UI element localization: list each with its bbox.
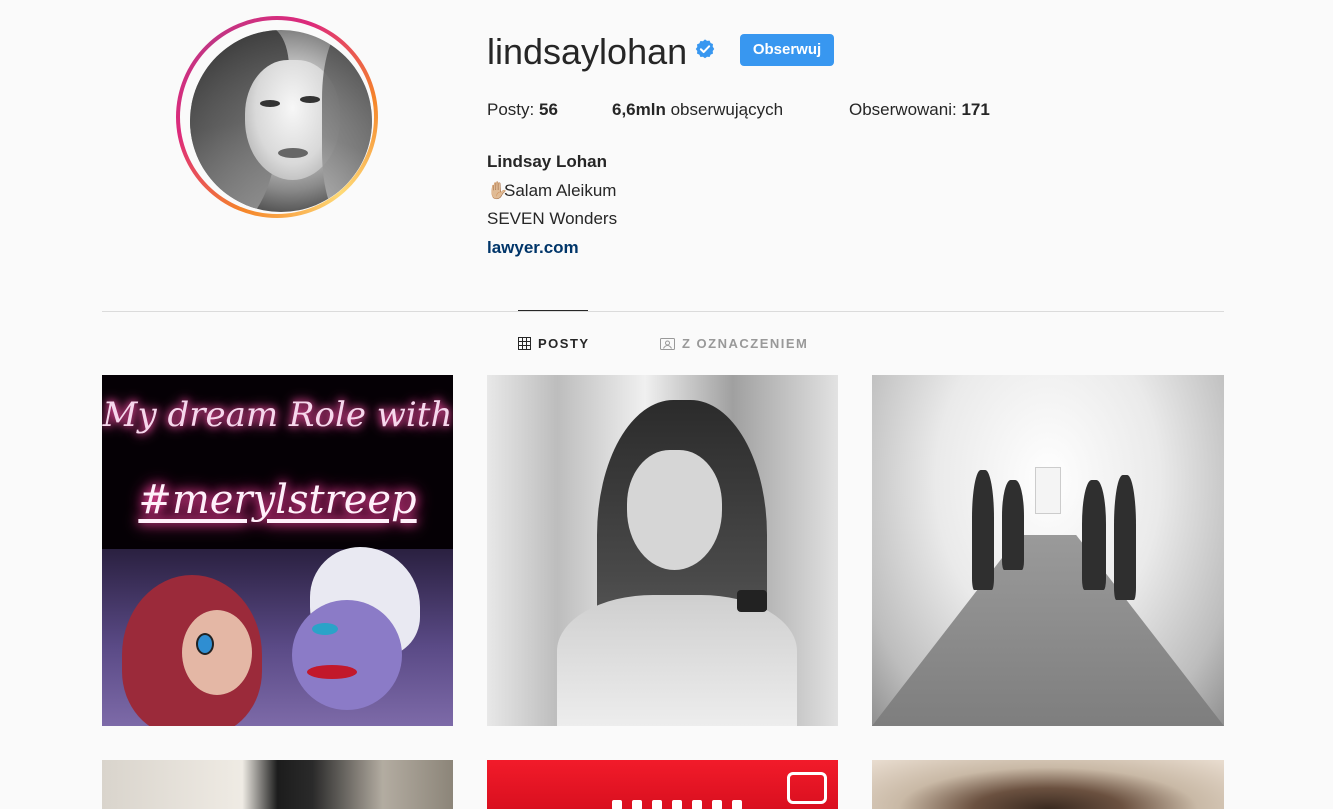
post-neon-text: My dream Role with [102,395,453,435]
followers-count[interactable]: 6,6mln obserwujących [612,98,783,122]
post-tile[interactable] [102,760,453,809]
follow-button[interactable]: Obserwuj [740,34,834,66]
following-count[interactable]: Obserwowani: 171 [849,98,990,122]
following-label: Obserwowani: [849,100,957,119]
tab-tagged[interactable]: Z OZNACZENIEM [660,334,808,354]
bio-line: ✋🏼Salam Aleikum [487,177,617,206]
avatar-frame [180,20,374,214]
followers-value: 6,6mln [612,100,666,119]
tab-label: POSTY [538,336,590,351]
bio-link[interactable]: lawyer.com [487,238,579,257]
light-bulb [692,800,702,809]
light-bulb [612,800,622,809]
avatar-lips [278,148,308,158]
verified-badge-icon [695,39,715,59]
posts-count: Posty: 56 [487,98,558,122]
followers-label: obserwujących [670,100,784,119]
light-bulb [672,800,682,809]
tab-posts[interactable]: POSTY [518,334,590,354]
photo-figure [1082,480,1106,590]
avatar-hair [322,30,372,212]
post-tile[interactable] [872,760,1224,809]
post-neon-hashtag: #merylstreep [138,477,417,523]
cartoon-figure [312,623,338,635]
post-tile[interactable] [872,375,1224,726]
avatar[interactable] [190,30,372,212]
story-ring[interactable] [176,16,378,218]
following-value: 171 [961,100,990,119]
avatar-eye [260,100,280,107]
light-bulb [652,800,662,809]
active-tab-indicator [518,310,588,311]
cartoon-figure [182,610,252,695]
raised-hand-icon: ✋🏼 [487,180,509,200]
tabs-divider [102,311,1224,312]
cartoon-figure [196,633,214,655]
post-tile[interactable] [487,375,838,726]
bio-text: Salam Aleikum [504,180,617,200]
post-neon-panel: My dream Role with #merylstreep [102,375,453,549]
light-bulb [632,800,642,809]
photo-figure [627,450,722,570]
post-tile[interactable]: My dream Role with #merylstreep [102,375,453,726]
photo-figure [1114,475,1136,600]
tab-label: Z OZNACZENIEM [682,336,809,351]
profile-bio: Lindsay Lohan ✋🏼Salam Aleikum SEVEN Wond… [487,148,617,262]
tunnel-floor [872,535,1224,726]
bio-line: SEVEN Wonders [487,209,618,228]
photo-figure [1002,480,1024,570]
profile-page: lindsaylohan Obserwuj Posty: 56 6,6mln o… [0,0,1333,809]
cartoon-figure [307,665,357,679]
photo-figure [972,470,994,590]
posts-label: Posty: [487,100,535,119]
username: lindsaylohan [487,31,688,72]
grid-icon [518,337,531,350]
photo-figure [557,595,797,726]
post-tile[interactable] [487,760,838,809]
light-bulb [712,800,722,809]
full-name: Lindsay Lohan [487,152,607,171]
avatar-eye [300,96,320,103]
tagged-icon [660,338,675,350]
igtv-icon [787,772,827,804]
tunnel-door [1035,467,1061,514]
posts-value: 56 [538,100,558,119]
cartoon-figure [292,600,402,710]
photo-figure [737,590,767,612]
light-bulb [732,800,742,809]
